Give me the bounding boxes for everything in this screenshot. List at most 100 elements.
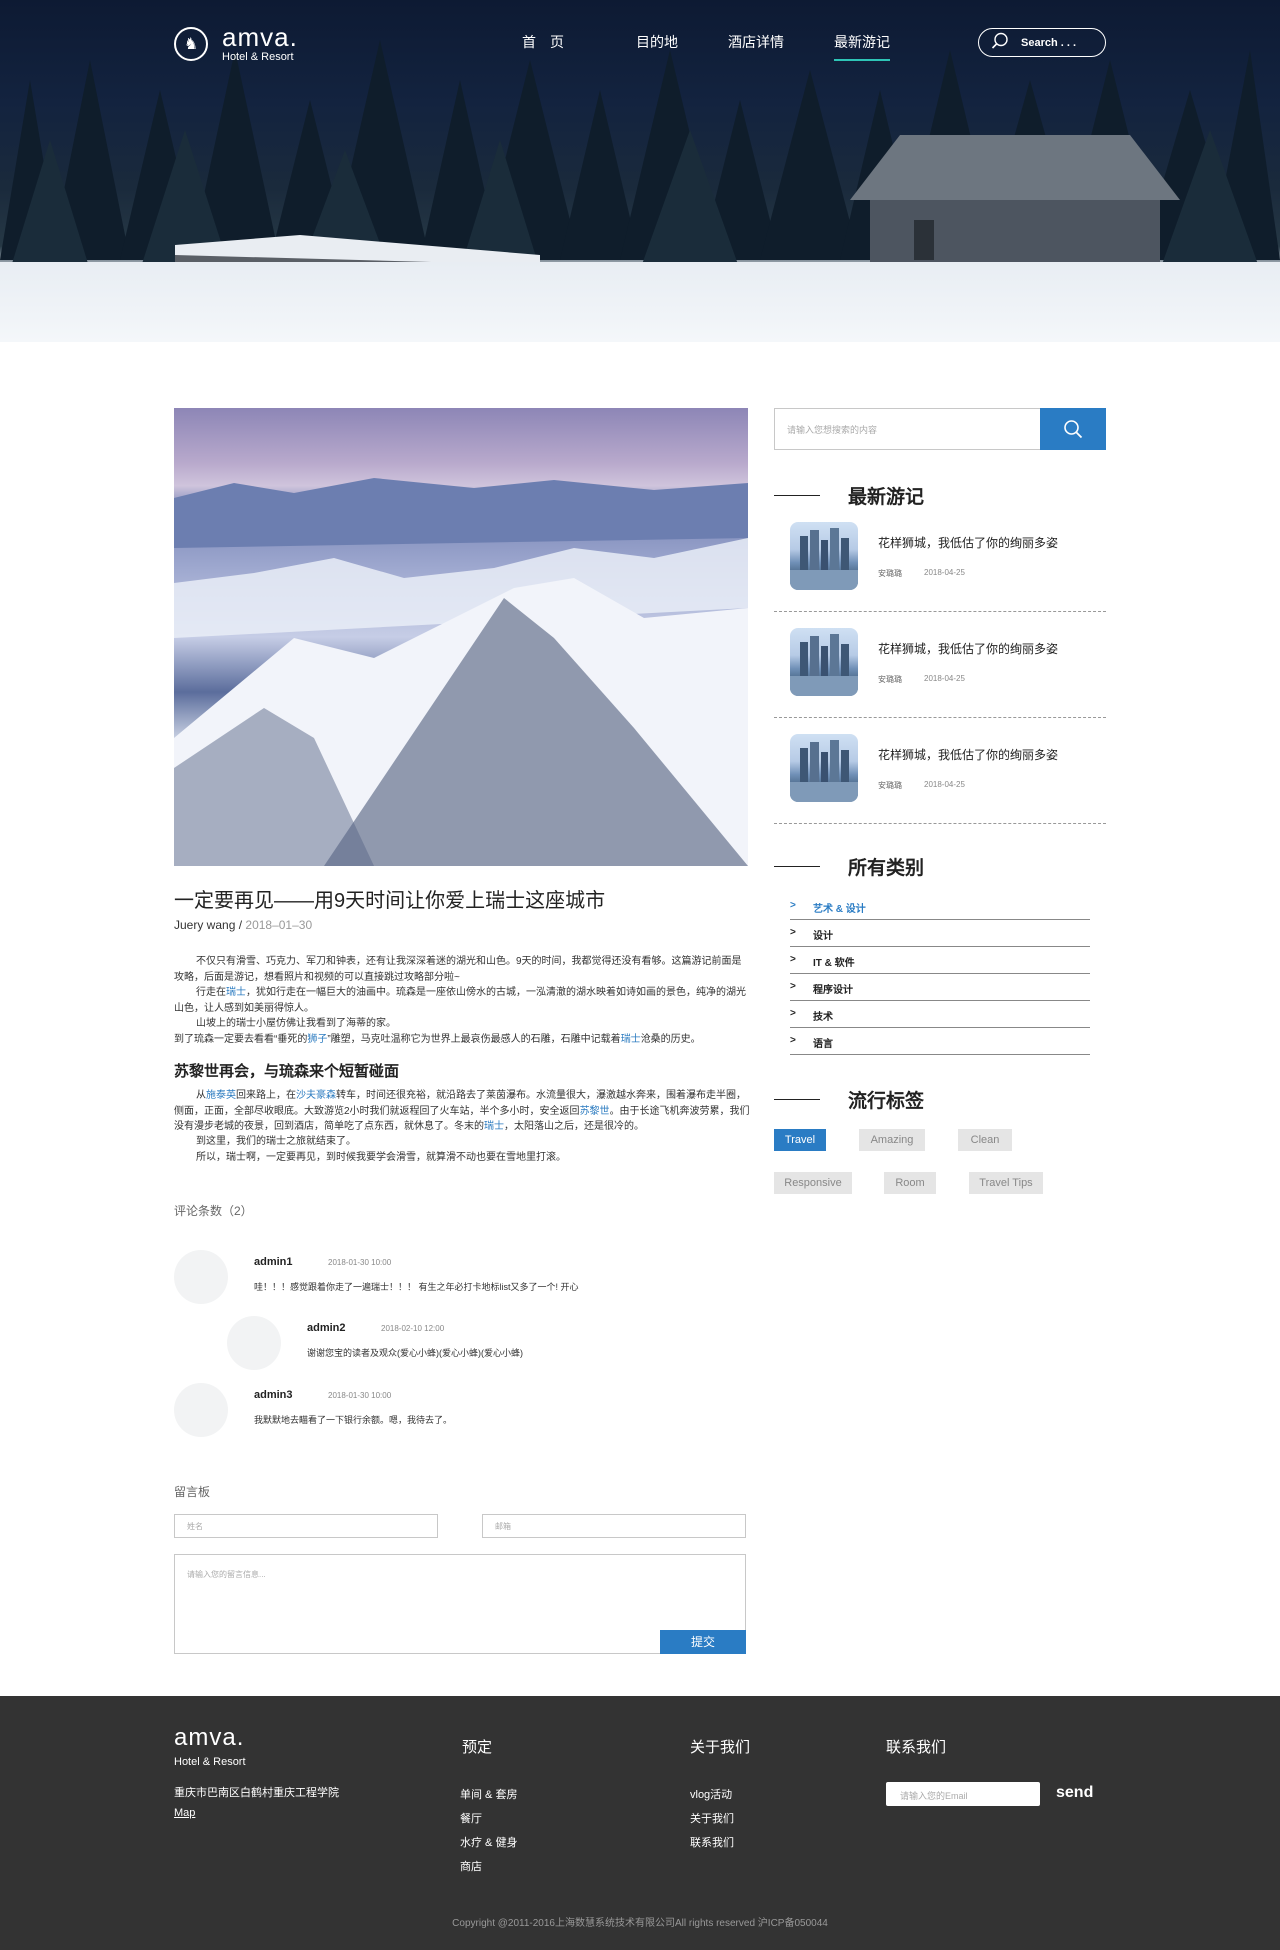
- nav-hotel-details[interactable]: 酒店详情: [728, 32, 784, 52]
- post-title[interactable]: 花样狮城，我低估了你的绚丽多姿: [878, 534, 1058, 551]
- footer-brand: amva.: [174, 1724, 245, 1751]
- list-item[interactable]: 花样狮城，我低估了你的绚丽多姿 安璐璐 2018-04-25: [774, 612, 1106, 718]
- footer-booking-title: 预定: [462, 1739, 493, 1756]
- sidebar-search-button[interactable]: [1040, 408, 1106, 450]
- footer-link[interactable]: 商店: [460, 1858, 482, 1874]
- comment-text: 我默默地去瞄看了一下银行余额。嗯，我待去了。: [254, 1415, 453, 1425]
- header-search[interactable]: Search . . .: [978, 28, 1106, 57]
- footer-link[interactable]: 关于我们: [690, 1810, 734, 1826]
- footer-send-button[interactable]: send: [1056, 1784, 1093, 1802]
- post-thumbnail[interactable]: [790, 628, 858, 696]
- brand-name: amva.: [222, 22, 298, 52]
- name-field[interactable]: 姓名: [174, 1514, 438, 1538]
- comment-count: 评论条数（2）: [174, 1204, 253, 1218]
- brand-subtitle: Hotel & Resort: [222, 51, 294, 63]
- link-stein[interactable]: 施泰英: [206, 1090, 236, 1101]
- tag-travel-tips[interactable]: Travel Tips: [969, 1172, 1043, 1194]
- article-date: 2018–01–30: [245, 918, 313, 932]
- paragraph: 所以，瑞士啊，一定要再见，到时候我要学会滑雪，就算滑不动也要在雪地里打滚。: [196, 1152, 566, 1163]
- popular-tags-heading: 流行标签: [774, 1086, 924, 1113]
- footer-contact-title: 联系我们: [886, 1739, 947, 1756]
- category-item-it-software[interactable]: > IT & 软件: [790, 947, 1090, 974]
- link-switzerland[interactable]: 瑞士: [484, 1121, 504, 1132]
- message-board-title: 留言板: [174, 1485, 211, 1499]
- link-schaffhausen[interactable]: 沙夫豪森: [296, 1090, 336, 1101]
- list-item[interactable]: 花样狮城，我低估了你的绚丽多姿 安璐璐 2018-04-25: [774, 506, 1106, 612]
- post-title[interactable]: 花样狮城，我低估了你的绚丽多姿: [878, 640, 1058, 657]
- nav-home[interactable]: 首 页: [522, 32, 564, 52]
- avatar[interactable]: [227, 1316, 281, 1370]
- categories-heading: 所有类别: [774, 853, 924, 880]
- article-hero-image: [174, 408, 748, 866]
- sidebar-search-input[interactable]: 请输入您想搜索的内容: [787, 423, 877, 436]
- latest-travel-heading: 最新游记: [774, 482, 924, 509]
- link-lion[interactable]: 狮子: [307, 1034, 327, 1045]
- article-subheading: 苏黎世再会，与琉森来个短暂碰面: [174, 1063, 400, 1080]
- post-date: 2018-04-25: [924, 568, 965, 577]
- submit-button[interactable]: 提交: [660, 1630, 746, 1654]
- footer-email-input[interactable]: 请输入您的Email: [886, 1782, 1040, 1806]
- avatar[interactable]: [174, 1383, 228, 1437]
- link-switzerland[interactable]: 瑞士: [621, 1034, 641, 1045]
- comment-date: 2018-01-30 10:00: [328, 1391, 392, 1400]
- paragraph: 行走在瑞士，犹如行走在一幅巨大的油画中。琉森是一座依山傍水的古城，一泓清澈的湖水…: [174, 987, 746, 1014]
- chevron-right-icon: >: [790, 1035, 796, 1046]
- list-item[interactable]: 花样狮城，我低估了你的绚丽多姿 安璐璐 2018-04-25: [774, 718, 1106, 824]
- footer-link[interactable]: 单间 & 套房: [460, 1786, 517, 1802]
- post-author: 安璐璐: [878, 569, 902, 578]
- post-date: 2018-04-25: [924, 780, 965, 789]
- search-label: Search . . .: [1021, 36, 1077, 49]
- nav-destination[interactable]: 目的地: [636, 32, 678, 52]
- comment-author[interactable]: admin3: [254, 1389, 293, 1401]
- nav-latest-travel[interactable]: 最新游记: [834, 32, 890, 61]
- link-zurich[interactable]: 苏黎世: [580, 1106, 610, 1117]
- category-item-technology[interactable]: > 技术: [790, 1001, 1090, 1028]
- chevron-right-icon: >: [790, 981, 796, 992]
- category-item-art-design[interactable]: > 艺术 & 设计: [790, 893, 1090, 920]
- sidebar-search[interactable]: 请输入您想搜索的内容: [774, 408, 1106, 450]
- footer-link[interactable]: 餐厅: [460, 1810, 482, 1826]
- footer: amva. Hotel & Resort 重庆市巴南区白鹤村重庆工程学院 Map…: [0, 1696, 1280, 1950]
- footer-link[interactable]: vlog活动: [690, 1786, 732, 1802]
- category-item-language[interactable]: > 语言: [790, 1028, 1090, 1055]
- footer-link[interactable]: 水疗 & 健身: [460, 1834, 517, 1850]
- chevron-right-icon: >: [790, 927, 796, 938]
- article-author: Juery wang: [174, 918, 236, 932]
- email-field[interactable]: 邮箱: [482, 1514, 746, 1538]
- post-date: 2018-04-25: [924, 674, 965, 683]
- post-thumbnail[interactable]: [790, 734, 858, 802]
- chevron-right-icon: >: [790, 900, 796, 911]
- paragraph: 到这里，我们的瑞士之旅就结束了。: [196, 1136, 356, 1147]
- search-icon: [1064, 420, 1083, 439]
- footer-map-link[interactable]: Map: [174, 1807, 195, 1819]
- avatar[interactable]: [174, 1250, 228, 1304]
- post-title[interactable]: 花样狮城，我低估了你的绚丽多姿: [878, 746, 1058, 763]
- article-title: 一定要再见——用9天时间让你爱上瑞士这座城市: [174, 890, 606, 912]
- category-item-design[interactable]: > 设计: [790, 920, 1090, 947]
- comment-author[interactable]: admin2: [307, 1322, 346, 1334]
- paragraph: 从施泰英回来路上，在沙夫豪森转车，时间还很充裕，就沿路去了莱茵瀑布。水流量很大，…: [174, 1090, 750, 1132]
- tag-clean[interactable]: Clean: [958, 1129, 1012, 1151]
- tag-travel[interactable]: Travel: [774, 1129, 826, 1151]
- comment-text: 哇！！！感觉跟着你走了一遍瑞士！！！ 有生之年必打卡地标list又多了一个! 开…: [254, 1282, 579, 1292]
- link-switzerland[interactable]: 瑞士: [226, 987, 246, 998]
- tag-amazing[interactable]: Amazing: [859, 1129, 925, 1151]
- chevron-right-icon: >: [790, 1008, 796, 1019]
- tag-responsive[interactable]: Responsive: [774, 1172, 852, 1194]
- paragraph: 山坡上的瑞士小屋仿佛让我看到了海蒂的家。: [196, 1018, 396, 1029]
- category-item-programming[interactable]: > 程序设计: [790, 974, 1090, 1001]
- post-author: 安璐璐: [878, 675, 902, 684]
- tag-room[interactable]: Room: [884, 1172, 936, 1194]
- footer-link[interactable]: 联系我们: [690, 1834, 734, 1850]
- article-meta: Juery wang / 2018–01–30: [174, 918, 313, 932]
- logo[interactable]: ♞ amva. Hotel & Resort: [174, 24, 298, 63]
- copyright: Copyright @2011-2016上海数慧系统技术有限公司All righ…: [452, 1918, 828, 1929]
- paragraph: 不仅只有滑雪、巧克力、军刀和钟表，还有让我深深着迷的湖光和山色。9天的时间，我都…: [174, 956, 742, 983]
- snow-ground: [0, 262, 1280, 342]
- main-nav: 首 页 目的地 酒店详情 最新游记: [522, 32, 954, 61]
- footer-address: 重庆市巴南区白鹤村重庆工程学院: [174, 1787, 339, 1799]
- chevron-right-icon: >: [790, 954, 796, 965]
- paragraph: 到了琉森一定要去看看“垂死的狮子”雕塑，马克吐温称它为世界上最哀伤最感人的石雕，…: [174, 1034, 701, 1045]
- post-thumbnail[interactable]: [790, 522, 858, 590]
- comment-author[interactable]: admin1: [254, 1256, 293, 1268]
